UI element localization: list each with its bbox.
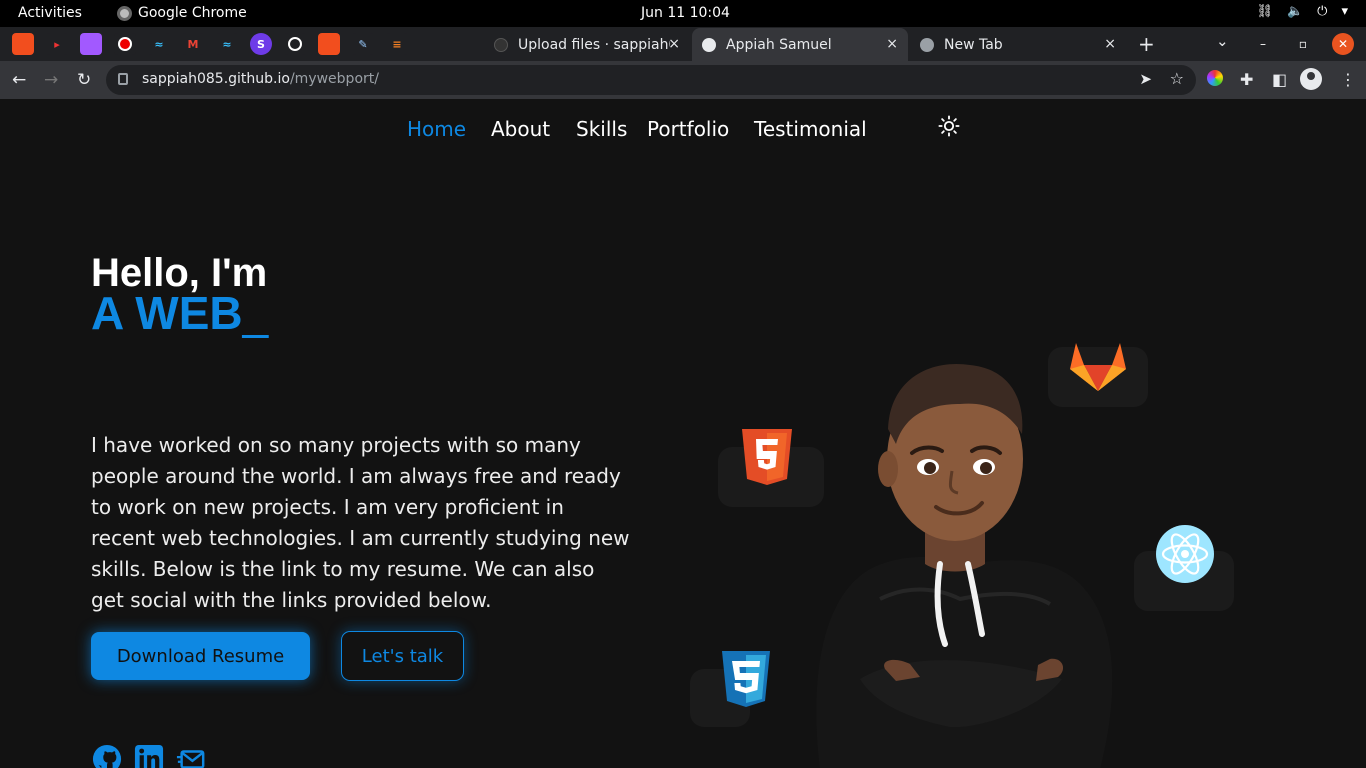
avatar-character-illustration xyxy=(816,363,1113,768)
app-menu[interactable]: Google Chrome xyxy=(117,5,247,21)
address-bar[interactable]: sappiah085.github.io/mywebport/ ➤ ☆ xyxy=(106,65,1196,95)
s-app-icon[interactable]: S xyxy=(250,33,272,55)
gmail-icon[interactable]: M xyxy=(182,33,204,55)
hero-illustration xyxy=(690,259,1250,768)
figma-icon[interactable] xyxy=(12,33,34,55)
back-icon[interactable]: ← xyxy=(12,70,26,90)
tab-appiah-samuel[interactable]: Appiah Samuel × xyxy=(692,28,908,61)
pinned-tabs: ▸ ≈ M ≈ S ✎ ≡ xyxy=(12,33,408,55)
star-icon[interactable]: ☆ xyxy=(1170,69,1184,88)
html5-icon xyxy=(742,429,792,485)
figma-icon[interactable] xyxy=(318,33,340,55)
globe-icon[interactable] xyxy=(284,33,306,55)
tailwind-icon[interactable]: ≈ xyxy=(148,33,170,55)
tab-strip: ▸ ≈ M ≈ S ✎ ≡ Upload files · sappiah0 × … xyxy=(0,27,1366,61)
record-icon[interactable] xyxy=(114,33,136,55)
lock-icon[interactable] xyxy=(118,73,128,85)
app-icon[interactable]: ▸ xyxy=(46,33,68,55)
nav-portfolio[interactable]: Portfolio xyxy=(647,117,729,141)
tab-title: New Tab xyxy=(944,36,1003,53)
download-resume-button[interactable]: Download Resume xyxy=(91,632,310,680)
figma-icon[interactable] xyxy=(80,33,102,55)
github-icon xyxy=(494,37,508,52)
menu-icon[interactable]: ⋮ xyxy=(1340,70,1356,89)
app-icon[interactable]: ✎ xyxy=(352,33,374,55)
chevron-down-icon: ▾ xyxy=(1341,4,1348,19)
email-icon[interactable] xyxy=(175,744,207,768)
typed-heading: A WEB_ xyxy=(91,289,268,337)
system-tray[interactable]: ⛓ 🔈 ⏻ ▾ xyxy=(1256,4,1348,19)
minimize-button[interactable]: – xyxy=(1252,33,1274,55)
tailwind-icon[interactable]: ≈ xyxy=(216,33,238,55)
close-icon[interactable]: × xyxy=(886,36,898,52)
site-nav: Home About Skills Portfolio Testimonial xyxy=(0,117,1366,147)
typed-cursor: _ xyxy=(242,287,269,339)
maximize-button[interactable]: ▫ xyxy=(1292,33,1314,55)
bio-paragraph: I have worked on so many projects with s… xyxy=(91,433,630,612)
react-icon xyxy=(1156,525,1214,583)
lets-talk-button[interactable]: Let's talk xyxy=(341,631,464,681)
url-host: sappiah085.github.io xyxy=(142,71,290,87)
close-icon[interactable]: × xyxy=(1104,36,1116,52)
tab-new-tab[interactable]: New Tab × xyxy=(910,28,1126,61)
globe-icon xyxy=(702,37,716,52)
color-extension-icon[interactable] xyxy=(1207,70,1223,86)
chrome-icon xyxy=(117,5,132,21)
system-top-bar: Activities Google Chrome Jun 11 10:04 ⛓ … xyxy=(0,0,1366,27)
tab-title: Appiah Samuel xyxy=(726,36,832,53)
tab-title: Upload files · sappiah0 xyxy=(518,36,670,53)
browser-toolbar: ← → ↻ sappiah085.github.io/mywebport/ ➤ … xyxy=(0,61,1366,99)
power-icon: ⏻ xyxy=(1317,4,1328,19)
nav-testimonial[interactable]: Testimonial xyxy=(754,117,867,141)
close-icon[interactable]: × xyxy=(668,36,680,52)
new-tab-button[interactable]: + xyxy=(1138,32,1155,56)
linkedin-icon[interactable] xyxy=(133,744,165,768)
nav-home[interactable]: Home xyxy=(407,117,466,141)
network-icon: ⛓ xyxy=(1256,4,1273,19)
url-text[interactable]: sappiah085.github.io/mywebport/ xyxy=(142,71,379,87)
reload-icon[interactable]: ↻ xyxy=(77,70,91,90)
chrome-icon xyxy=(920,37,934,52)
forward-icon[interactable]: → xyxy=(44,70,58,90)
clock[interactable]: Jun 11 10:04 xyxy=(641,5,730,21)
nav-skills[interactable]: Skills xyxy=(576,117,627,141)
volume-icon: 🔈 xyxy=(1286,4,1304,19)
close-window-button[interactable]: ✕ xyxy=(1332,33,1354,55)
activities-button[interactable]: Activities xyxy=(18,5,82,21)
portfolio-page: Home About Skills Portfolio Testimonial … xyxy=(0,99,1366,768)
app-name: Google Chrome xyxy=(138,5,247,21)
stackoverflow-icon[interactable]: ≡ xyxy=(386,33,408,55)
extensions-icon[interactable]: ✚ xyxy=(1240,70,1253,89)
url-path: /mywebport/ xyxy=(289,71,379,87)
theme-toggle-sun-icon[interactable] xyxy=(938,115,960,137)
tab-search-button[interactable]: ⌄ xyxy=(1216,32,1229,50)
tab-upload-files[interactable]: Upload files · sappiah0 × xyxy=(484,28,690,61)
typed-text: A WEB xyxy=(91,287,243,339)
css3-icon xyxy=(722,651,770,707)
avatar[interactable] xyxy=(1300,68,1322,90)
side-panel-icon[interactable]: ◧ xyxy=(1272,70,1287,89)
send-icon[interactable]: ➤ xyxy=(1139,70,1152,88)
nav-about[interactable]: About xyxy=(491,117,550,141)
github-icon[interactable] xyxy=(91,744,123,768)
